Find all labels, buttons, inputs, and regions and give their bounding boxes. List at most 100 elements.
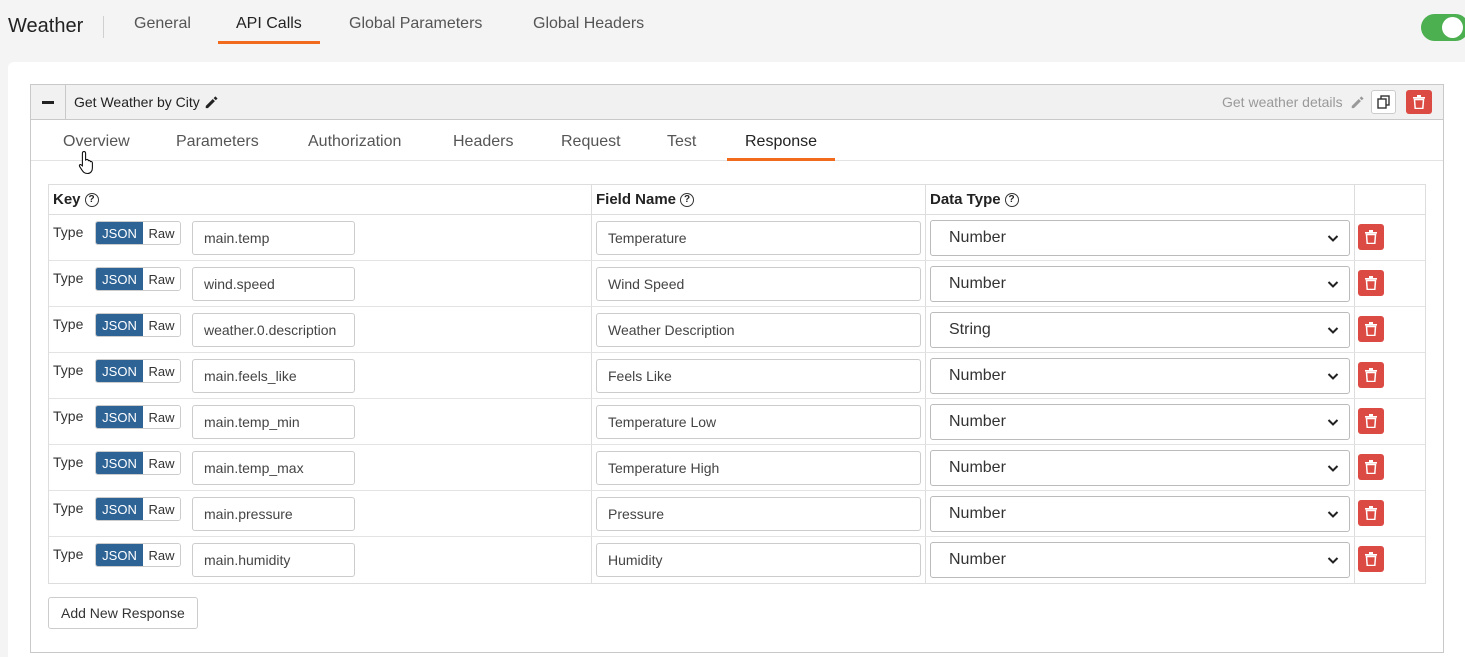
field-name-input[interactable]: Pressure xyxy=(596,497,921,531)
subtab-test[interactable]: Test xyxy=(667,133,696,161)
data-type-select[interactable]: String xyxy=(930,312,1350,348)
field-name-input[interactable]: Weather Description xyxy=(596,313,921,347)
key-input[interactable]: main.pressure xyxy=(192,497,355,531)
data-type-select[interactable]: Number xyxy=(930,496,1350,532)
copy-button[interactable] xyxy=(1371,90,1396,114)
delete-row-button[interactable] xyxy=(1358,316,1384,342)
key-input[interactable]: main.temp_max xyxy=(192,451,355,485)
subtab-parameters[interactable]: Parameters xyxy=(176,133,259,161)
field-name-input[interactable]: Temperature High xyxy=(596,451,921,485)
api-call-subtabs: Overview Parameters Authorization Header… xyxy=(31,120,1443,161)
field-name-input[interactable]: Temperature Low xyxy=(596,405,921,439)
column-header-key-label: Key xyxy=(53,191,81,208)
collapse-button[interactable] xyxy=(31,85,66,119)
hand-cursor-icon xyxy=(78,150,93,175)
key-input[interactable]: main.temp_min xyxy=(192,405,355,439)
edit-name-pencil-icon[interactable] xyxy=(204,95,218,109)
trash-icon xyxy=(1365,368,1377,382)
title-divider xyxy=(103,16,104,38)
subtab-overview[interactable]: Overview xyxy=(63,133,130,161)
type-json-button[interactable]: JSON xyxy=(96,498,143,520)
type-segmented-control: JSON Raw xyxy=(95,405,181,429)
delete-row-button[interactable] xyxy=(1358,546,1384,572)
type-label: Type xyxy=(53,546,84,562)
tab-general[interactable]: General xyxy=(134,15,191,44)
delete-row-button[interactable] xyxy=(1358,270,1384,296)
type-label: Type xyxy=(53,224,84,240)
delete-row-button[interactable] xyxy=(1358,500,1384,526)
type-label: Type xyxy=(53,270,84,286)
field-name-input[interactable]: Humidity xyxy=(596,543,921,577)
type-raw-button[interactable]: Raw xyxy=(143,222,180,244)
trash-icon xyxy=(1365,276,1377,290)
data-type-value: Number xyxy=(949,459,1006,476)
subtab-headers[interactable]: Headers xyxy=(453,133,513,161)
subtab-response[interactable]: Response xyxy=(727,133,836,161)
active-tab-underline xyxy=(218,41,320,44)
type-segmented-control: JSON Raw xyxy=(95,543,181,567)
key-input[interactable]: main.temp xyxy=(192,221,355,255)
help-icon[interactable]: ? xyxy=(680,192,695,207)
delete-row-button[interactable] xyxy=(1358,224,1384,250)
type-json-button[interactable]: JSON xyxy=(96,452,143,474)
tab-api-calls[interactable]: API Calls xyxy=(218,15,320,44)
field-name-input[interactable]: Temperature xyxy=(596,221,921,255)
delete-row-button[interactable] xyxy=(1358,408,1384,434)
data-type-select[interactable]: Number xyxy=(930,220,1350,256)
type-json-button[interactable]: JSON xyxy=(96,222,143,244)
type-raw-button[interactable]: Raw xyxy=(143,360,180,382)
type-raw-button[interactable]: Raw xyxy=(143,314,180,336)
copy-icon xyxy=(1377,95,1390,109)
type-json-button[interactable]: JSON xyxy=(96,406,143,428)
trash-icon xyxy=(1365,230,1377,244)
data-type-select[interactable]: Number xyxy=(930,542,1350,578)
type-raw-button[interactable]: Raw xyxy=(143,544,180,566)
delete-api-call-button[interactable] xyxy=(1406,90,1432,114)
chevron-down-icon xyxy=(1327,419,1339,426)
tab-global-headers[interactable]: Global Headers xyxy=(533,15,644,44)
trash-icon xyxy=(1365,414,1377,428)
tab-global-parameters[interactable]: Global Parameters xyxy=(349,15,482,44)
delete-row-button[interactable] xyxy=(1358,362,1384,388)
data-type-select[interactable]: Number xyxy=(930,404,1350,440)
top-header: Weather General API Calls Global Paramet… xyxy=(0,0,1465,48)
chevron-down-icon xyxy=(1327,327,1339,334)
data-type-value: Number xyxy=(949,367,1006,384)
key-input[interactable]: main.feels_like xyxy=(192,359,355,393)
type-raw-button[interactable]: Raw xyxy=(143,452,180,474)
key-input[interactable]: wind.speed xyxy=(192,267,355,301)
type-raw-button[interactable]: Raw xyxy=(143,268,180,290)
data-type-select[interactable]: Number xyxy=(930,450,1350,486)
subtab-authorization[interactable]: Authorization xyxy=(308,133,401,161)
type-json-button[interactable]: JSON xyxy=(96,360,143,382)
table-row: Type JSON Raw main.temp Temperature Number xyxy=(49,215,1425,261)
type-json-button[interactable]: JSON xyxy=(96,314,143,336)
table-row: Type JSON Raw main.temp_max Temperature High… xyxy=(49,445,1425,491)
data-type-select[interactable]: Number xyxy=(930,358,1350,394)
type-segmented-control: JSON Raw xyxy=(95,497,181,521)
type-json-button[interactable]: JSON xyxy=(96,268,143,290)
field-name-input[interactable]: Feels Like xyxy=(596,359,921,393)
type-label: Type xyxy=(53,408,84,424)
edit-description-pencil-icon[interactable] xyxy=(1350,95,1364,109)
help-icon[interactable]: ? xyxy=(84,192,99,207)
chevron-down-icon xyxy=(1327,465,1339,472)
key-input[interactable]: weather.0.description xyxy=(192,313,355,347)
column-header-data-type-label: Data Type xyxy=(930,191,1001,208)
type-raw-button[interactable]: Raw xyxy=(143,406,180,428)
type-raw-button[interactable]: Raw xyxy=(143,498,180,520)
key-input[interactable]: main.humidity xyxy=(192,543,355,577)
help-icon[interactable]: ? xyxy=(1004,192,1019,207)
trash-icon xyxy=(1365,322,1377,336)
data-type-value: Number xyxy=(949,551,1006,568)
enabled-toggle[interactable] xyxy=(1421,14,1465,41)
type-segmented-control: JSON Raw xyxy=(95,359,181,383)
subtab-request[interactable]: Request xyxy=(561,133,621,161)
delete-row-button[interactable] xyxy=(1358,454,1384,480)
subtab-response-label: Response xyxy=(745,133,818,150)
add-new-response-button[interactable]: Add New Response xyxy=(48,597,198,629)
table-row: Type JSON Raw wind.speed Wind Speed Number xyxy=(49,261,1425,307)
type-json-button[interactable]: JSON xyxy=(96,544,143,566)
field-name-input[interactable]: Wind Speed xyxy=(596,267,921,301)
data-type-select[interactable]: Number xyxy=(930,266,1350,302)
